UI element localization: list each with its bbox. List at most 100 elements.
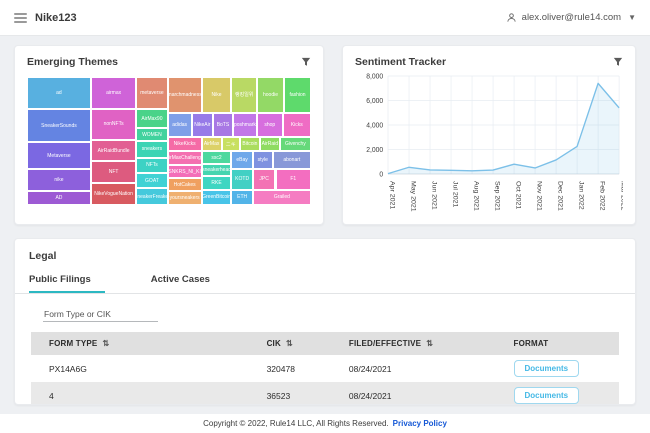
table-cell: 08/24/2021 — [331, 382, 496, 405]
treemap-tile[interactable]: sneakerhead — [202, 164, 232, 176]
sentiment-tracker-title: Sentiment Tracker — [355, 56, 446, 68]
table-cell: 4 — [31, 382, 249, 405]
treemap-tile[interactable]: Givenchy — [280, 137, 311, 151]
treemap-tile[interactable]: AirRaidBundle — [91, 140, 136, 162]
treemap-tile[interactable]: GreenBitcoin — [202, 190, 232, 205]
treemap-tile[interactable]: Nike — [202, 77, 232, 113]
treemap-tile[interactable]: abonart — [273, 151, 311, 169]
treemap-tile[interactable]: ニキ — [222, 137, 240, 151]
treemap-tile[interactable]: shop — [257, 113, 283, 137]
hamburger-menu-icon[interactable] — [14, 13, 27, 23]
treemap-tile[interactable]: ETH — [231, 190, 252, 205]
filter-icon[interactable] — [301, 57, 311, 67]
treemap-tile[interactable]: marchmadness — [168, 77, 202, 113]
sort-icon[interactable]: ⇅ — [102, 339, 109, 348]
treemap-tile[interactable]: AirMax — [202, 137, 222, 151]
treemap-tile[interactable]: yoursneakers — [168, 191, 202, 205]
treemap-tile[interactable]: metaverse — [136, 77, 167, 109]
emerging-themes-card: Emerging Themes adSneakerSoundsMetaverse… — [14, 45, 324, 225]
treemap-tile[interactable]: poshmark — [233, 113, 257, 137]
treemap-tile[interactable]: SneakerFreaker — [136, 188, 167, 205]
privacy-policy-link[interactable]: Privacy Policy — [393, 419, 447, 428]
treemap-tile[interactable]: NikeKicks — [168, 137, 202, 151]
treemap-tile[interactable]: NFTs — [136, 158, 167, 173]
treemap-tile[interactable]: fashion — [284, 77, 311, 113]
treemap-tile[interactable]: F1 — [276, 169, 312, 189]
filings-table: FORM TYPE⇅CIK⇅FILED/EFFECTIVE⇅FORMAT PX1… — [31, 332, 619, 405]
table-row: 43652308/24/2021Documents — [31, 382, 619, 405]
treemap-tile[interactable]: SneakerSounds — [27, 109, 91, 142]
treemap-tile[interactable]: nike — [27, 169, 91, 191]
user-menu[interactable]: alex.oliver@rule14.com ▼ — [506, 12, 636, 23]
svg-text:Feb 2022: Feb 2022 — [599, 181, 606, 211]
tab-active-cases[interactable]: Active Cases — [151, 270, 224, 293]
treemap-tile[interactable]: AD — [27, 191, 91, 205]
filter-icon[interactable] — [613, 57, 623, 67]
treemap-tile[interactable]: style — [253, 151, 273, 169]
tab-public-filings[interactable]: Public Filings — [29, 270, 105, 293]
svg-text:Nov 2021: Nov 2021 — [536, 181, 543, 211]
column-header-format: FORMAT — [496, 332, 620, 355]
legal-title: Legal — [15, 250, 635, 270]
page-footer: Copyright © 2022, Rule14 LLC, All Rights… — [0, 414, 650, 433]
svg-text:Jun 2021: Jun 2021 — [430, 181, 437, 210]
user-email: alex.oliver@rule14.com — [522, 12, 621, 23]
copyright-text: Copyright © 2022, Rule14 LLC, All Rights… — [203, 419, 389, 428]
column-header-cik[interactable]: CIK⇅ — [249, 332, 331, 355]
sentiment-line-chart: 02,0004,0006,0008,000Apr 2021May 2021Jun… — [355, 70, 623, 218]
treemap-tile[interactable]: Metaverse — [27, 142, 91, 169]
treemap-tile[interactable]: hoodie — [257, 77, 284, 113]
treemap-tile[interactable]: KOTD — [231, 169, 252, 189]
svg-text:8,000: 8,000 — [366, 73, 383, 80]
treemap-tile[interactable]: nonNFTs — [91, 109, 136, 140]
treemap-tile[interactable]: AirRaid — [260, 137, 280, 151]
sort-icon[interactable]: ⇅ — [286, 339, 293, 348]
treemap-tile[interactable]: NFT — [91, 161, 136, 183]
treemap-tile[interactable]: RKE — [202, 176, 232, 190]
svg-text:6,000: 6,000 — [366, 98, 383, 105]
table-cell: PX14A6G — [31, 355, 249, 382]
svg-text:May 2021: May 2021 — [409, 181, 416, 212]
svg-text:Oct 2021: Oct 2021 — [515, 181, 522, 209]
treemap-tile[interactable]: airmax — [91, 77, 136, 109]
treemap-tile[interactable]: JPC — [253, 169, 276, 189]
svg-text:Mar 2022: Mar 2022 — [620, 181, 623, 211]
user-icon — [506, 12, 517, 23]
treemap-tile[interactable]: ad — [27, 77, 91, 109]
treemap-tile[interactable]: GOAT — [136, 173, 167, 188]
treemap-tile[interactable]: Grailed — [253, 190, 311, 205]
treemap-tile[interactable]: ssc2 — [202, 151, 232, 164]
treemap-tile[interactable]: SNKRS_NI_KI — [168, 165, 202, 178]
documents-button[interactable]: Documents — [514, 360, 580, 377]
svg-text:Aug 2021: Aug 2021 — [473, 181, 480, 211]
sentiment-chart: 02,0004,0006,0008,000Apr 2021May 2021Jun… — [355, 70, 623, 218]
brand-title: Nike123 — [35, 12, 77, 24]
top-navbar: Nike123 alex.oliver@rule14.com ▼ — [0, 0, 650, 36]
treemap-tile[interactable]: AirMaxChallenge — [168, 151, 202, 165]
svg-text:2,000: 2,000 — [366, 147, 383, 154]
treemap-tile[interactable]: WOMEN — [136, 128, 167, 141]
main-content: Emerging Themes adSneakerSoundsMetaverse… — [0, 36, 650, 405]
svg-text:0: 0 — [379, 171, 383, 178]
treemap-tile[interactable]: HotCakes — [168, 178, 202, 191]
treemap-tile[interactable]: eBay — [231, 151, 252, 169]
treemap-tile[interactable]: AirMax90 — [136, 109, 167, 128]
treemap-tile[interactable]: adidas — [168, 113, 192, 137]
column-header-filed-effective[interactable]: FILED/EFFECTIVE⇅ — [331, 332, 496, 355]
form-type-cik-input[interactable] — [43, 307, 158, 322]
sort-icon[interactable]: ⇅ — [426, 339, 433, 348]
treemap-tile[interactable]: 랭킹일위 — [231, 77, 257, 113]
table-row: PX14A6G32047808/24/2021Documents — [31, 355, 619, 382]
treemap-tile[interactable]: Bitcoin — [240, 137, 260, 151]
svg-text:4,000: 4,000 — [366, 122, 383, 129]
treemap-tile[interactable]: BoTS — [213, 113, 233, 137]
treemap-tile[interactable]: NikeVogueNation — [91, 183, 136, 205]
page: Nike123 alex.oliver@rule14.com ▼ Emergin… — [0, 0, 650, 428]
chevron-down-icon: ▼ — [628, 13, 636, 22]
treemap-tile[interactable]: Kicks — [283, 113, 311, 137]
column-header-form-type[interactable]: FORM TYPE⇅ — [31, 332, 249, 355]
treemap-tile[interactable]: NikeAir — [192, 113, 213, 137]
documents-button[interactable]: Documents — [514, 387, 580, 404]
treemap-tile[interactable]: sneakers — [136, 141, 167, 158]
svg-text:Jan 2022: Jan 2022 — [578, 181, 585, 210]
